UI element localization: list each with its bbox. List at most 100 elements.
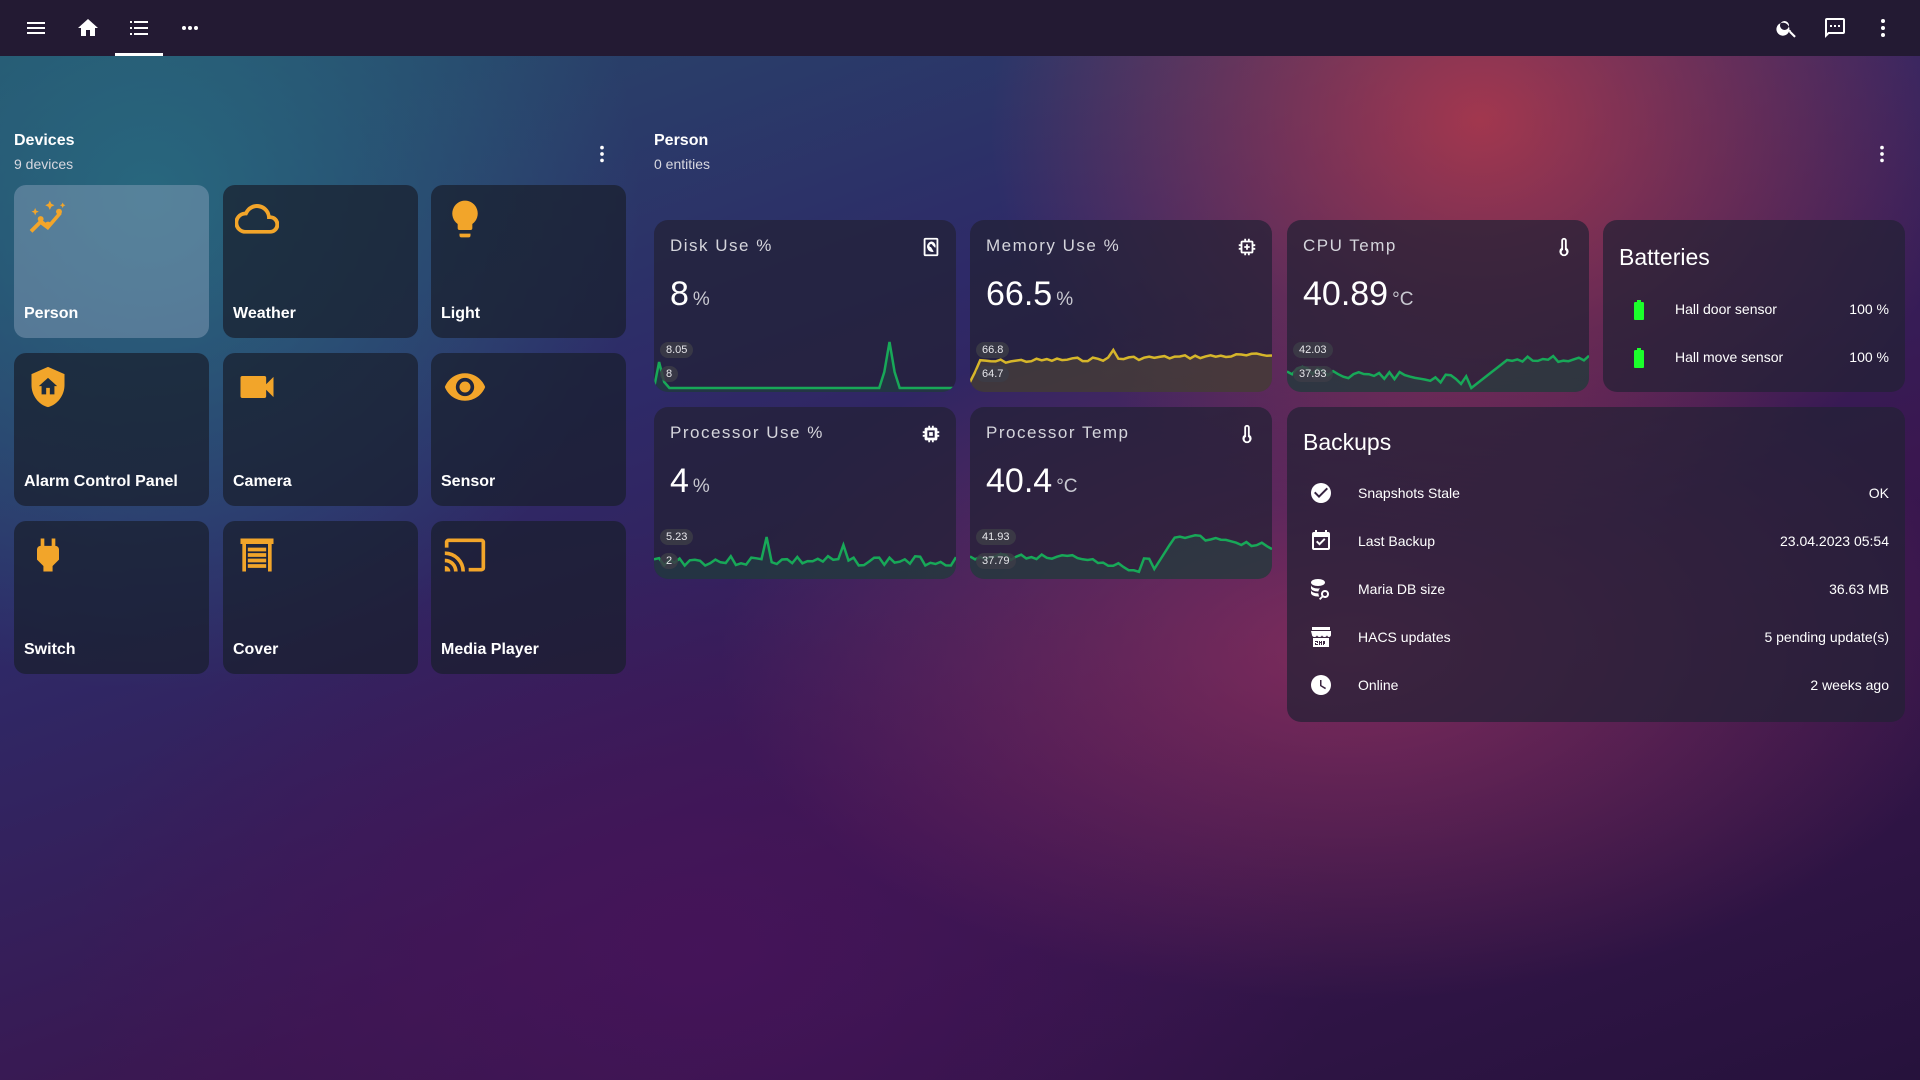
overflow-menu-button[interactable] (1863, 8, 1903, 48)
memory-use-card[interactable]: Memory Use % 66.5% 66.8 64.7 (970, 220, 1272, 392)
device-tile-media-player[interactable]: Media Player (431, 521, 626, 674)
database-search-icon (1309, 577, 1333, 601)
memory-chip-icon (1236, 236, 1258, 258)
video-camera-icon (235, 365, 279, 409)
stat-max-label: 41.93 (976, 529, 1016, 545)
device-tile-label: Light (441, 305, 481, 322)
search-button[interactable] (1767, 8, 1807, 48)
device-tile-label: Person (24, 305, 79, 322)
sparkline (654, 341, 956, 392)
stat-min-label: 64.7 (976, 366, 1010, 382)
stat-value-wrap: 8% (670, 275, 710, 314)
backup-row-value: 36.63 MB (1829, 581, 1889, 597)
stat-value-wrap: 66.5% (986, 275, 1073, 314)
stat-max-label: 42.03 (1293, 342, 1333, 358)
hacs-icon (1309, 625, 1333, 649)
more-tabs-button[interactable] (170, 8, 210, 48)
person-motion-icon (26, 197, 70, 241)
device-tile-camera[interactable]: Camera (223, 353, 418, 506)
battery-value: 100 % (1849, 301, 1889, 317)
tab-home[interactable] (68, 8, 108, 48)
sparkline (654, 536, 956, 579)
battery-name: Hall door sensor (1675, 301, 1777, 317)
backup-row-name: Online (1358, 677, 1399, 693)
more-vertical-icon (1880, 145, 1884, 163)
cloud-icon (234, 197, 280, 241)
stat-title: Memory Use % (986, 236, 1121, 255)
tab-list[interactable] (119, 8, 159, 48)
backup-row-hacs-updates[interactable]: HACS updates 5 pending update(s) (1287, 613, 1905, 661)
stat-value: 4 (670, 462, 689, 500)
stat-max-label: 5.23 (660, 529, 694, 545)
stat-value: 40.4 (986, 462, 1053, 500)
cpu-icon (920, 423, 942, 445)
device-tile-cover[interactable]: Cover (223, 521, 418, 674)
calendar-check-icon (1309, 529, 1333, 553)
device-tile-label: Media Player (441, 641, 539, 658)
thermometer-icon (1553, 236, 1575, 258)
stat-title: Disk Use % (670, 236, 773, 255)
device-tile-person[interactable]: Person (14, 185, 209, 338)
stat-value: 8 (670, 275, 689, 313)
assist-button[interactable] (1815, 8, 1855, 48)
devices-title: Devices (14, 132, 75, 149)
battery-row-hall-move[interactable]: Hall move sensor 100 % (1603, 336, 1905, 376)
backups-title: Backups (1303, 429, 1392, 455)
stat-min-label: 2 (660, 553, 679, 569)
check-circle-icon (1309, 481, 1333, 505)
backup-row-value: OK (1868, 485, 1889, 501)
backup-row-online[interactable]: Online 2 weeks ago (1287, 661, 1905, 709)
harddisk-icon (920, 236, 942, 258)
backup-row-snapshots-stale[interactable]: Snapshots Stale OK (1287, 469, 1905, 517)
device-tile-label: Weather (233, 305, 296, 322)
device-tile-label: Camera (233, 473, 292, 490)
backup-row-name: Last Backup (1358, 533, 1436, 549)
lightbulb-icon (443, 197, 487, 241)
backup-row-value: 5 pending update(s) (1764, 629, 1889, 645)
backup-row-value: 2 weeks ago (1810, 677, 1889, 693)
garage-cover-icon (235, 533, 279, 577)
more-vertical-icon (600, 145, 604, 163)
backup-row-name: HACS updates (1358, 629, 1451, 645)
sparkline-line (654, 536, 956, 568)
stat-title: CPU Temp (1303, 236, 1397, 255)
more-vertical-icon (1881, 19, 1885, 37)
backup-row-value: 23.04.2023 05:54 (1780, 533, 1889, 549)
backup-row-name: Maria DB size (1358, 581, 1446, 597)
battery-full-icon (1627, 346, 1651, 370)
backup-row-last-backup[interactable]: Last Backup 23.04.2023 05:54 (1287, 517, 1905, 565)
backup-row-maria-db-size[interactable]: Maria DB size 36.63 MB (1287, 565, 1905, 613)
stat-unit: % (692, 476, 710, 497)
clock-icon (1309, 673, 1333, 697)
person-menu-button[interactable] (1867, 139, 1897, 169)
stat-value-wrap: 40.4 °C (986, 462, 1078, 501)
devices-menu-button[interactable] (587, 139, 617, 169)
cpu-temp-card[interactable]: CPU Temp 40.89 °C 42.03 37.93 (1287, 220, 1589, 392)
device-tile-alarm-control-panel[interactable]: Alarm Control Panel (14, 353, 209, 506)
menu-button[interactable] (16, 8, 56, 48)
battery-value: 100 % (1849, 349, 1889, 365)
device-tile-light[interactable]: Light (431, 185, 626, 338)
battery-row-hall-door[interactable]: Hall door sensor 100 % (1603, 288, 1905, 328)
device-tile-label: Alarm Control Panel (24, 473, 178, 490)
device-tile-sensor[interactable]: Sensor (431, 353, 626, 506)
cast-icon (443, 533, 487, 577)
active-tab-indicator (115, 53, 163, 56)
stat-value-wrap: 40.89 °C (1303, 275, 1413, 314)
stat-unit: % (692, 289, 710, 310)
home-icon (78, 19, 98, 36)
batteries-card: Batteries Hall door sensor 100 % Hall mo… (1603, 220, 1905, 392)
stat-title: Processor Temp (986, 423, 1130, 442)
person-title: Person (654, 132, 709, 149)
device-tile-weather[interactable]: Weather (223, 185, 418, 338)
sparkline-area (654, 342, 956, 392)
device-tile-switch[interactable]: Switch (14, 521, 209, 674)
processor-temp-card[interactable]: Processor Temp 40.4 °C 41.93 37.79 (970, 407, 1272, 579)
disk-use-card[interactable]: Disk Use % 8% 8.05 8 (654, 220, 956, 392)
sparkline-line (654, 341, 956, 390)
person-subtitle: 0 entities (654, 156, 711, 172)
processor-use-card[interactable]: Processor Use % 4% 5.23 2 (654, 407, 956, 579)
stat-min-label: 37.79 (976, 553, 1016, 569)
stat-title: Processor Use % (670, 423, 824, 442)
stat-min-label: 8 (660, 366, 679, 382)
